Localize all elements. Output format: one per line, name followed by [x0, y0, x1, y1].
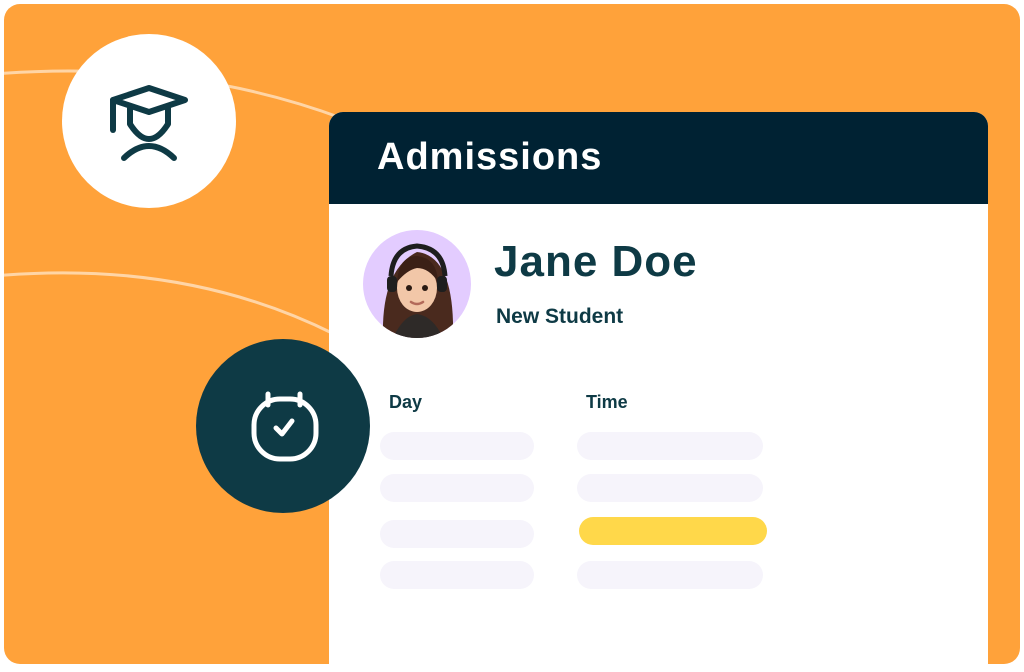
card-header: Admissions — [329, 112, 988, 204]
student-name: Jane Doe — [494, 237, 698, 286]
day-slot[interactable] — [380, 474, 534, 502]
calendar-badge — [196, 339, 370, 513]
day-slot[interactable] — [380, 520, 534, 548]
admissions-card: Admissions Jane Doe New Student Day Time — [329, 112, 988, 672]
day-slot[interactable] — [380, 561, 534, 589]
day-column-label: Day — [389, 392, 423, 412]
time-column-label: Time — [586, 392, 628, 412]
card-title: Admissions — [377, 136, 603, 178]
time-slot[interactable] — [577, 474, 763, 502]
student-portrait — [382, 243, 454, 338]
time-slot[interactable] — [577, 432, 763, 460]
time-slot[interactable] — [577, 561, 763, 589]
graduate-student-icon — [110, 85, 188, 161]
student-badge — [62, 34, 236, 208]
calendar-check-icon — [251, 391, 319, 462]
student-role: New Student — [496, 305, 624, 328]
time-slot-selected[interactable] — [579, 517, 767, 545]
avatar — [363, 230, 471, 338]
day-slot[interactable] — [380, 432, 534, 460]
